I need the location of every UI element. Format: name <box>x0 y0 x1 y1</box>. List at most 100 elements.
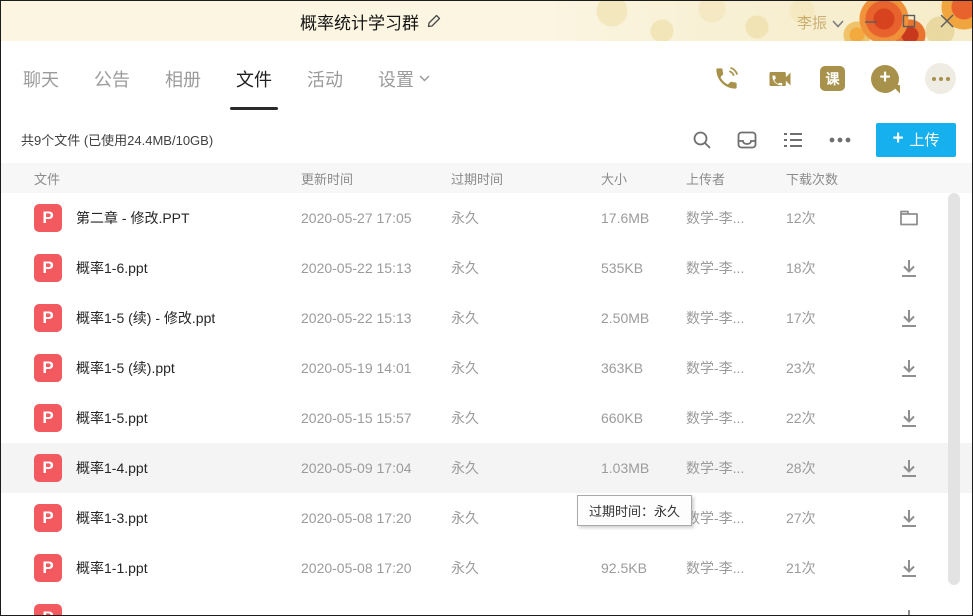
ppt-file-icon: P <box>34 504 62 532</box>
file-size: 2.50MB <box>601 310 686 326</box>
expire-time: 永久 <box>451 308 601 328</box>
upload-button[interactable]: + 上传 <box>876 123 956 157</box>
more-tools-icon[interactable] <box>828 136 852 144</box>
tab-label: 聊天 <box>23 66 59 92</box>
expire-time: 永久 <box>451 558 601 578</box>
updated-time: 2020-05-27 17:05 <box>301 210 451 226</box>
table-row[interactable]: P <box>1 593 972 616</box>
file-name: 概率1-3.ppt <box>76 508 148 528</box>
tab-files[interactable]: 文件 <box>236 62 272 96</box>
updated-time: 2020-05-09 17:04 <box>301 460 451 476</box>
more-actions-button[interactable] <box>925 63 956 94</box>
qq-group-window: 李振 概率统计学习群 聊天公告相册文件活动设置 <box>0 0 973 616</box>
updated-time: 2020-05-19 14:01 <box>301 360 451 376</box>
table-row[interactable]: P 概率1-3.ppt 2020-05-08 17:20 永久 847KB 数学… <box>1 493 972 543</box>
ppt-file-icon: P <box>34 254 62 282</box>
table-row[interactable]: P 概率1-6.ppt 2020-05-22 15:13 永久 535KB 数学… <box>1 243 972 293</box>
tab-4[interactable]: 活动 <box>307 62 343 96</box>
uploader: 数学-李... <box>686 458 786 478</box>
download-count: 23次 <box>786 358 886 378</box>
video-call-icon[interactable] <box>766 65 794 93</box>
file-size: 660KB <box>601 410 686 426</box>
download-icon[interactable] <box>898 357 920 379</box>
col-uploader: 上传者 <box>686 169 786 188</box>
search-icon[interactable] <box>692 130 712 150</box>
expire-time: 永久 <box>451 258 601 278</box>
download-icon[interactable] <box>898 407 920 429</box>
course-icon[interactable]: 课 <box>820 66 845 91</box>
ppt-file-icon: P <box>34 354 62 382</box>
tab-label: 活动 <box>307 66 343 92</box>
updated-time: 2020-05-08 17:20 <box>301 560 451 576</box>
minimize-button[interactable] <box>852 1 890 41</box>
close-button[interactable] <box>928 1 966 41</box>
file-name: 概率1-5.ppt <box>76 408 148 428</box>
download-icon[interactable] <box>898 507 920 529</box>
edit-title-icon[interactable] <box>426 13 442 29</box>
col-expire: 过期时间 <box>451 169 601 188</box>
file-size: 363KB <box>601 360 686 376</box>
expire-time: 永久 <box>451 458 601 478</box>
download-count: 21次 <box>786 558 886 578</box>
col-updated: 更新时间 <box>301 169 451 188</box>
list-view-icon[interactable] <box>782 129 804 151</box>
tab-label: 设置 <box>378 66 414 92</box>
tab-1[interactable]: 公告 <box>94 62 130 96</box>
file-size: 92.5KB <box>601 560 686 576</box>
table-row[interactable]: P 概率1-5 (续).ppt 2020-05-19 14:01 永久 363K… <box>1 343 972 393</box>
download-icon[interactable] <box>898 457 920 479</box>
voice-call-icon[interactable] <box>713 65 740 92</box>
updated-time: 2020-05-22 15:13 <box>301 310 451 326</box>
file-table: 文件 更新时间 过期时间 大小 上传者 下载次数 P 第二章 - 修改.PPT … <box>1 163 972 615</box>
tab-label: 文件 <box>236 66 272 92</box>
inbox-icon[interactable] <box>736 129 758 151</box>
uploader: 数学-李... <box>686 508 786 528</box>
folder-icon[interactable] <box>898 207 920 229</box>
maximize-button[interactable] <box>890 1 928 41</box>
col-file: 文件 <box>34 169 301 188</box>
download-count: 12次 <box>786 208 886 228</box>
uploader: 数学-李... <box>686 258 786 278</box>
table-row[interactable]: P 概率1-5 (续) - 修改.ppt 2020-05-22 15:13 永久… <box>1 293 972 343</box>
ppt-file-icon: P <box>34 604 62 616</box>
tab-bar: 聊天 公告 相册 文件 活动 设置 课 + <box>1 41 972 116</box>
col-size: 大小 <box>601 169 686 188</box>
download-count: 22次 <box>786 408 886 428</box>
download-icon[interactable] <box>898 257 920 279</box>
tab-label: 公告 <box>94 66 130 92</box>
invite-member-icon[interactable]: + <box>871 65 899 93</box>
uploader: 数学-李... <box>686 308 786 328</box>
ppt-file-icon: P <box>34 204 62 232</box>
ppt-file-icon: P <box>34 554 62 582</box>
download-icon[interactable] <box>898 307 920 329</box>
window-controls <box>852 1 966 41</box>
file-size: 1.03MB <box>601 460 686 476</box>
download-icon[interactable] <box>898 557 920 579</box>
plus-icon: + <box>892 129 903 148</box>
owner-name-text: 李振 <box>797 12 827 33</box>
download-count: 27次 <box>786 508 886 528</box>
table-row[interactable]: P 第二章 - 修改.PPT 2020-05-27 17:05 永久 17.6M… <box>1 193 972 243</box>
uploader: 数学-李... <box>686 358 786 378</box>
tab-5[interactable]: 设置 <box>378 62 430 96</box>
uploader: 数学-李... <box>686 208 786 228</box>
table-row[interactable]: P 概率1-5.ppt 2020-05-15 15:57 永久 660KB 数学… <box>1 393 972 443</box>
ppt-file-icon: P <box>34 454 62 482</box>
tab-0[interactable]: 聊天 <box>23 62 59 96</box>
file-name: 概率1-6.ppt <box>76 258 148 278</box>
table-row[interactable]: P 概率1-1.ppt 2020-05-08 17:20 永久 92.5KB 数… <box>1 543 972 593</box>
file-count-summary: 共9个文件 (已使用24.4MB/10GB) <box>21 130 213 149</box>
file-name: 概率1-5 (续) - 修改.ppt <box>76 308 215 328</box>
expire-time: 永久 <box>451 358 601 378</box>
download-icon[interactable] <box>898 607 920 616</box>
expire-tooltip: 过期时间：永久 <box>577 495 692 526</box>
table-row[interactable]: P 概率1-4.ppt 2020-05-09 17:04 永久 1.03MB 数… <box>1 443 972 493</box>
scrollbar-thumb[interactable] <box>948 193 960 585</box>
download-count: 18次 <box>786 258 886 278</box>
tab-2[interactable]: 相册 <box>165 62 201 96</box>
stats-bar: 共9个文件 (已使用24.4MB/10GB) + 上传 <box>1 116 972 163</box>
file-size: 17.6MB <box>601 210 686 226</box>
chevron-down-icon[interactable] <box>832 15 844 33</box>
file-name: 概率1-4.ppt <box>76 458 148 478</box>
updated-time: 2020-05-15 15:57 <box>301 410 451 426</box>
